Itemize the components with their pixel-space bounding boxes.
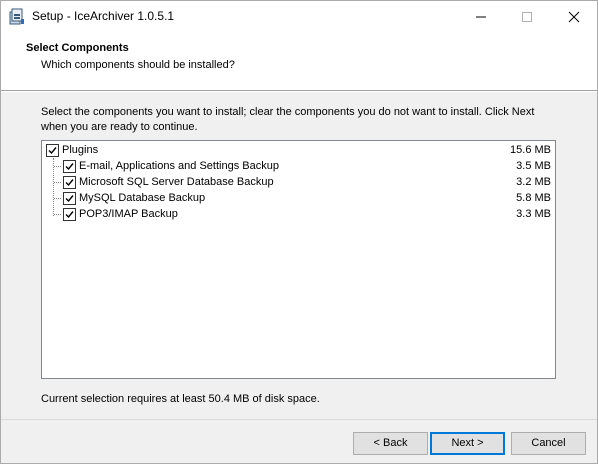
checkmark-icon (65, 211, 74, 219)
window-title: Setup - IceArchiver 1.0.5.1 (32, 9, 175, 23)
instructions-text: Select the components you want to instal… (41, 106, 535, 133)
component-size: 3.3 MB (516, 208, 551, 220)
checkmark-icon (65, 195, 74, 203)
cancel-button[interactable]: Cancel (511, 432, 586, 455)
component-size: 3.2 MB (516, 176, 551, 188)
minimize-icon (476, 16, 486, 18)
setup-window: Setup - IceArchiver 1.0.5.1 Select Compo… (0, 0, 598, 464)
checkbox-mssql-backup[interactable] (63, 176, 76, 189)
checkbox-mysql-backup[interactable] (63, 192, 76, 205)
next-button[interactable]: Next > (430, 432, 505, 455)
disk-space-requirement: Current selection requires at least 50.4… (41, 393, 320, 405)
component-label: E-mail, Applications and Settings Backup (79, 160, 279, 172)
close-icon (568, 11, 580, 23)
footer-divider (1, 419, 597, 420)
component-size: 5.8 MB (516, 192, 551, 204)
installer-box-icon (9, 8, 25, 25)
checkbox-pop3-imap-backup[interactable] (63, 208, 76, 221)
component-label: MySQL Database Backup (79, 192, 206, 204)
component-size: 3.5 MB (516, 160, 551, 172)
component-row-mssql-backup[interactable]: Microsoft SQL Server Database Backup 3.2… (42, 174, 555, 190)
checkmark-icon (48, 147, 57, 155)
checkbox-email-backup[interactable] (63, 160, 76, 173)
title-bar[interactable]: Setup - IceArchiver 1.0.5.1 (1, 1, 597, 32)
component-label: Plugins (62, 144, 99, 156)
header-divider (1, 91, 597, 92)
component-label: POP3/IMAP Backup (79, 208, 178, 220)
maximize-icon (522, 12, 532, 22)
maximize-button[interactable] (504, 1, 550, 32)
minimize-button[interactable] (458, 1, 504, 32)
page-subtitle: Which components should be installed? (41, 59, 235, 71)
close-button[interactable] (551, 1, 597, 32)
component-label: Microsoft SQL Server Database Backup (79, 176, 274, 188)
component-row-plugins[interactable]: Plugins 15.6 MB (42, 142, 555, 158)
checkmark-icon (65, 179, 74, 187)
page-title: Select Components (26, 42, 129, 54)
back-button[interactable]: < Back (353, 432, 428, 455)
component-size: 15.6 MB (510, 144, 551, 156)
wizard-header: Select Components Which components shoul… (1, 32, 597, 91)
checkbox-plugins[interactable] (46, 144, 59, 157)
components-list[interactable]: Plugins 15.6 MB E-mail, Applications and… (41, 140, 556, 379)
checkmark-icon (65, 163, 74, 171)
component-row-mysql-backup[interactable]: MySQL Database Backup 5.8 MB (42, 190, 555, 206)
component-row-pop3-imap-backup[interactable]: POP3/IMAP Backup 3.3 MB (42, 206, 555, 222)
component-row-email-backup[interactable]: E-mail, Applications and Settings Backup… (42, 158, 555, 174)
